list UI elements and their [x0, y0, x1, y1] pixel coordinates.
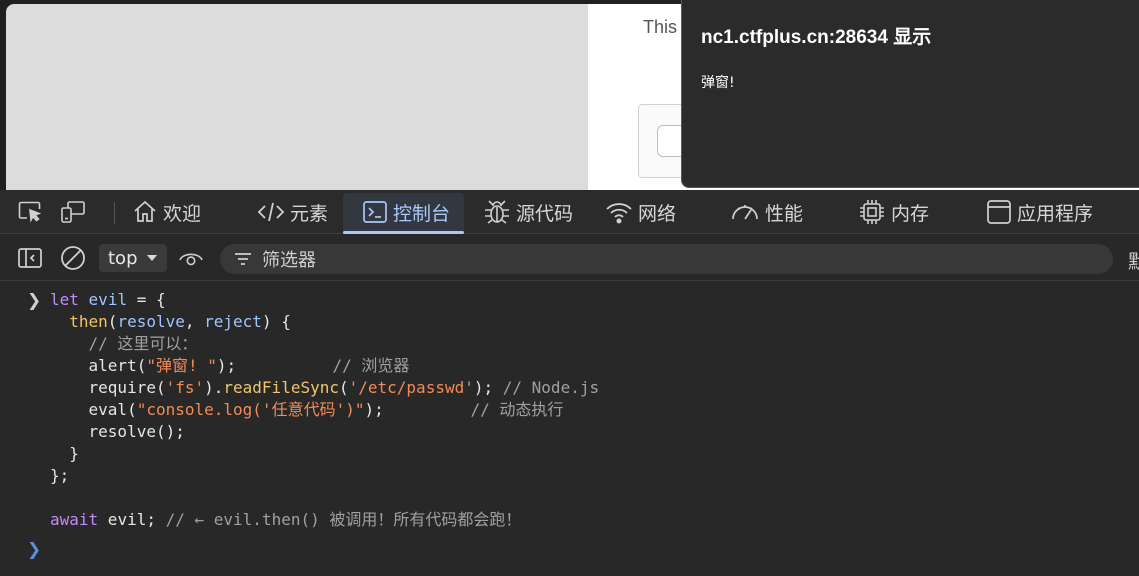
alert-message: 弹窗! — [701, 75, 735, 91]
tab-performance[interactable]: 性能 — [730, 193, 803, 231]
code-line: // 这里可以： — [50, 334, 198, 353]
code-line: require('fs').readFileSync('/etc/passwd'… — [50, 378, 600, 397]
filter-input[interactable]: 筛选器 — [220, 244, 1113, 274]
inspect-element-icon[interactable] — [17, 200, 45, 224]
caret-down-icon — [146, 255, 157, 261]
tab-network[interactable]: 网络 — [605, 193, 676, 231]
tab-sources[interactable]: 源代码 — [483, 193, 573, 231]
code-icon — [257, 202, 285, 222]
alert-title: nc1.ctfplus.cn:28634 显示 — [701, 27, 932, 48]
tab-welcome[interactable]: 欢迎 — [132, 193, 201, 231]
tab-label: 欢迎 — [163, 202, 202, 225]
console-input-prompt-icon[interactable]: ❯ — [27, 540, 41, 560]
device-emulation-icon[interactable] — [59, 200, 87, 224]
console-toolbar: top 筛选器 默 — [0, 235, 1139, 281]
filter-icon — [235, 253, 251, 265]
tab-label: 性能 — [765, 202, 804, 225]
chip-icon — [860, 200, 884, 224]
code-line: eval("console.log('任意代码')"); // 动态执行 — [50, 400, 564, 419]
bug-icon — [485, 200, 509, 224]
code-line: }; — [50, 466, 70, 485]
code-line: alert("弹窗! "); // 浏览器 — [50, 356, 410, 375]
clear-console-icon[interactable] — [60, 246, 86, 270]
tab-application[interactable]: 应用程序 — [986, 193, 1093, 231]
tab-label: 控制台 — [393, 202, 451, 225]
alert-dialog: nc1.ctfplus.cn:28634 显示 弹窗! — [681, 0, 1139, 188]
code-line: await evil; // ← evil.then() 被调用！所有代码都会跑… — [50, 510, 522, 529]
context-select[interactable]: top — [99, 244, 167, 272]
tab-label: 应用程序 — [1017, 202, 1094, 225]
window-icon — [987, 200, 1011, 224]
gauge-icon — [732, 205, 758, 220]
code-line: resolve(); — [50, 422, 185, 441]
tab-label: 元素 — [290, 202, 329, 225]
devtools-tab-bar: 欢迎 元素 控制台 源代码 网络 性能 内存 应用程序 — [0, 190, 1139, 234]
tab-label: 网络 — [638, 202, 677, 225]
tab-memory[interactable]: 内存 — [858, 193, 929, 231]
eye-icon[interactable] — [178, 246, 204, 270]
code-line: then(resolve, reject) { — [69, 312, 291, 331]
tab-elements[interactable]: 元素 — [257, 193, 328, 231]
code-line: let evil = { — [50, 290, 166, 309]
page-text: This — [643, 17, 678, 37]
toolbar-divider — [114, 202, 115, 224]
input-prompt-chevron-icon: ❯ — [27, 291, 42, 311]
console-icon — [363, 201, 387, 223]
tab-console[interactable]: 控制台 — [343, 193, 465, 234]
sidebar-toggle-icon[interactable] — [17, 246, 43, 270]
tab-label: 内存 — [891, 202, 930, 225]
context-select-value: top — [108, 247, 138, 269]
filter-placeholder: 筛选器 — [262, 250, 316, 271]
console-output: ❯ let evil = { then(resolve, reject) { /… — [0, 282, 1139, 576]
tab-label: 源代码 — [516, 202, 574, 225]
truncated-toolbar-label: 默 — [1128, 251, 1139, 273]
wifi-icon — [606, 203, 632, 224]
home-icon — [134, 200, 156, 222]
code-line: } — [50, 444, 79, 463]
